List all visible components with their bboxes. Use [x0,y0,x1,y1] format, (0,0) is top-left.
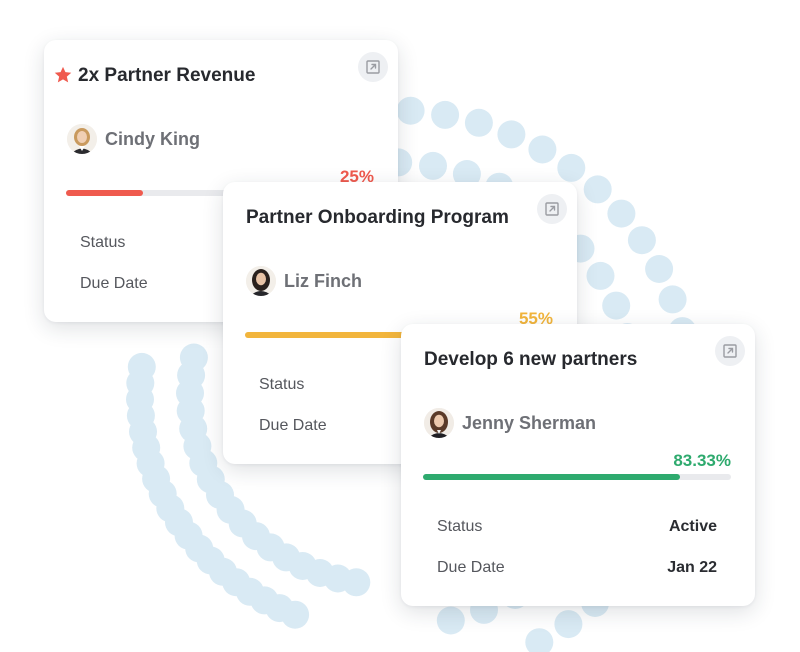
status-label: Status [259,376,305,393]
owner-avatar [424,408,454,438]
owner-name: Cindy King [105,129,200,149]
decorative-dot [645,255,674,283]
decorative-dot [554,610,583,639]
progress-bar [423,474,731,480]
owner-avatar [67,124,97,154]
progress-bar-fill [423,474,680,480]
decorative-dot [419,151,447,180]
progress-bar-fill [66,190,143,196]
decorative-dot [431,100,460,129]
star-icon[interactable] [53,65,73,85]
due-date-label: Due Date [259,417,327,434]
open-external-icon [366,60,380,74]
decorative-dot [396,96,425,125]
decorative-dot [627,226,656,255]
decorative-dot [464,108,493,137]
goal-title: Develop 6 new partners [424,349,638,370]
goal-title: Partner Onboarding Program [246,207,509,228]
open-goal-button[interactable] [715,336,745,366]
decorative-dot [528,135,557,164]
owner-name: Jenny Sherman [462,413,597,433]
decorative-dot [127,352,156,381]
decorative-dot [607,199,636,228]
decorative-dot [525,628,554,652]
owner-name: Liz Finch [284,271,362,291]
due-date-label: Due Date [80,275,148,292]
decorative-dot [602,291,631,320]
decorative-dot [583,175,612,204]
decorative-dot [497,120,526,149]
decorative-dot [436,606,465,635]
decorative-dot [179,343,208,372]
open-goal-button[interactable] [537,194,567,224]
status-label: Status [437,518,483,535]
open-external-icon [723,344,737,358]
decorative-dot [658,285,687,314]
goal-card-develop-partners[interactable]: Develop 6 new partners Jenny Sherman 83.… [401,324,755,606]
status-value: Active [668,518,717,535]
decorative-dot [557,153,586,182]
goal-title: 2x Partner Revenue [78,65,256,86]
progress-bar-fill [245,332,415,338]
status-label: Status [80,234,126,251]
due-date-value: Jan 22 [667,559,717,576]
goal-cards-stage: 2x Partner Revenue Cindy King 25% Status… [0,0,800,652]
open-goal-button[interactable] [358,52,388,82]
due-date-label: Due Date [437,559,505,576]
progress-percent: 83.33% [673,451,731,470]
open-external-icon [545,202,559,216]
decorative-dot [586,261,615,290]
owner-avatar [246,266,276,296]
